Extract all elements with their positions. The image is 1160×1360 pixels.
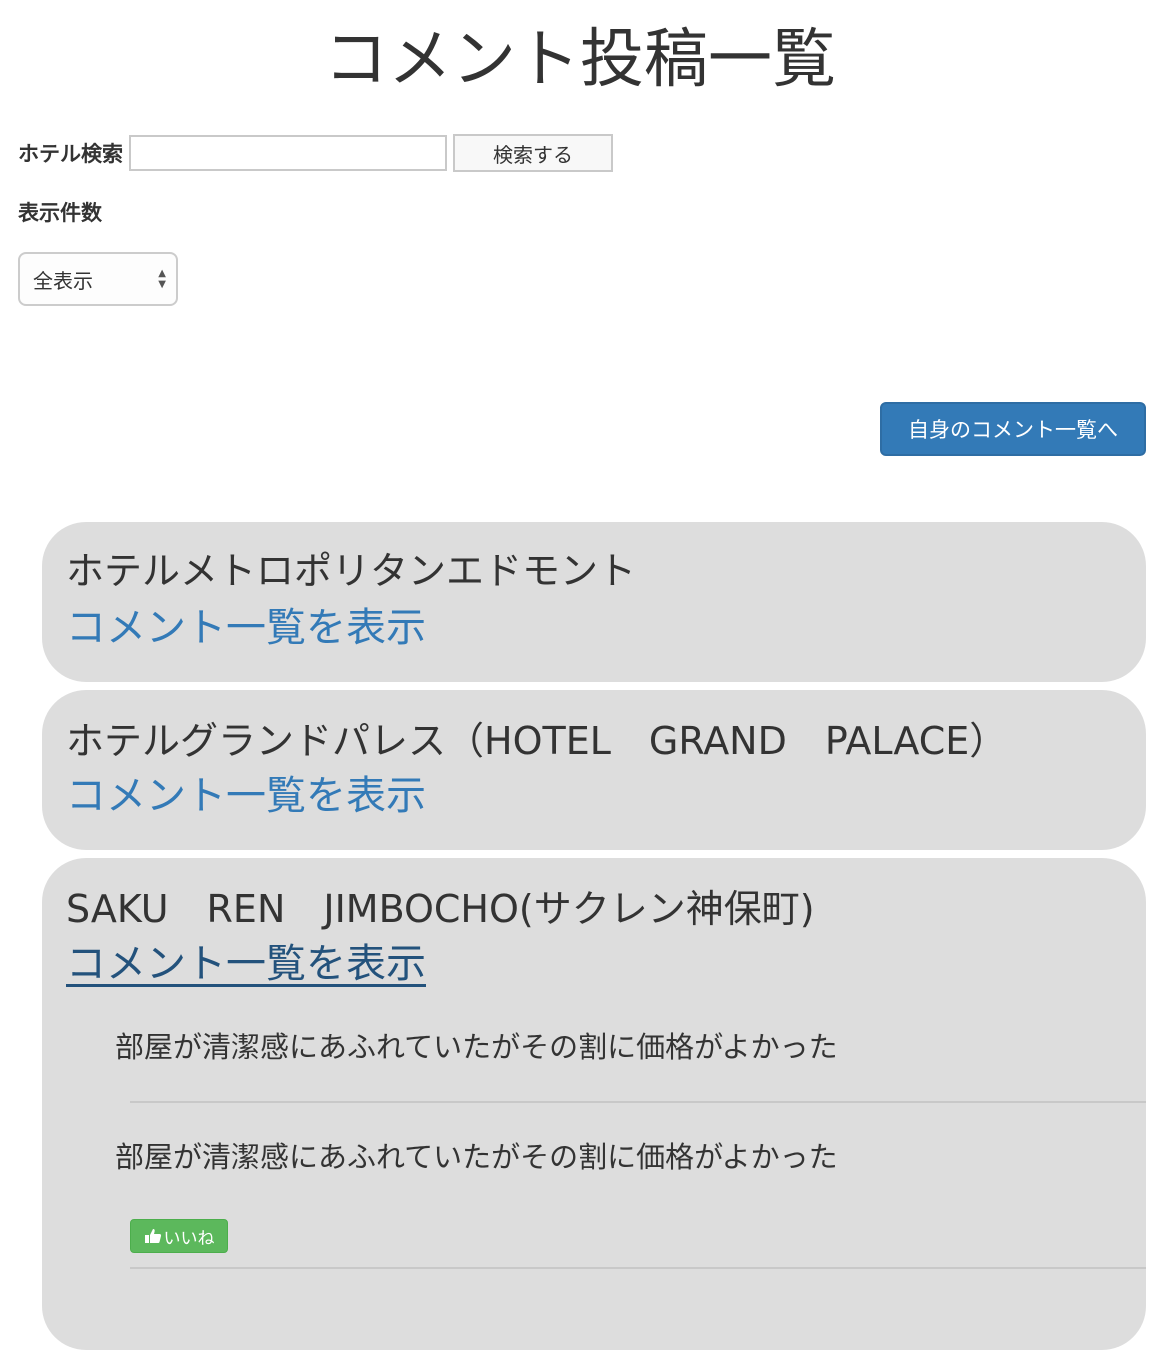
thumbs-up-icon	[144, 1229, 161, 1243]
display-count-select[interactable]: 全表示 ▲ ▼	[18, 252, 178, 306]
hotel-search-input[interactable]	[129, 135, 447, 171]
show-comments-link[interactable]: コメント一覧を表示	[66, 940, 426, 988]
page-title: コメント投稿一覧	[324, 23, 836, 97]
hotel-name: ホテルメトロポリタンエドモント	[66, 549, 637, 593]
hotel-search-label: ホテル検索	[18, 142, 123, 166]
hotel-card: ホテルグランドパレス（HOTEL GRAND PALACE） コメント一覧を表示	[42, 690, 1146, 850]
like-label: いいね	[163, 1228, 215, 1249]
hotel-card: SAKU REN JIMBOCHO(サクレン神保町) コメント一覧を表示 部屋が…	[42, 858, 1146, 1350]
page: コメント投稿一覧 ホテル検索 検索する 表示件数 全表示 ▲ ▼ 自身のコメント一…	[0, 0, 1160, 1360]
search-button[interactable]: 検索する	[453, 134, 613, 172]
select-arrows-icon: ▲ ▼	[158, 268, 166, 290]
my-comments-button[interactable]: 自身のコメント一覧へ	[880, 402, 1146, 456]
hotel-name: ホテルグランドパレス（HOTEL GRAND PALACE）	[66, 719, 1008, 763]
hotel-search-form: ホテル検索 検索する	[18, 133, 613, 173]
comment-divider	[130, 1267, 1146, 1269]
show-comments-link[interactable]: コメント一覧を表示	[66, 772, 426, 820]
show-comments-link[interactable]: コメント一覧を表示	[66, 604, 426, 652]
hotel-name: SAKU REN JIMBOCHO(サクレン神保町)	[66, 887, 815, 931]
comment-text: 部屋が清潔感にあふれていたがその割に価格がよかった	[115, 1140, 838, 1174]
comment-divider	[130, 1101, 1146, 1103]
display-count-selected-value: 全表示	[33, 268, 93, 293]
comment-text: 部屋が清潔感にあふれていたがその割に価格がよかった	[115, 1030, 838, 1064]
hotel-card: ホテルメトロポリタンエドモント コメント一覧を表示	[42, 522, 1146, 682]
like-button[interactable]: いいね	[130, 1219, 228, 1253]
display-count-label: 表示件数	[18, 201, 102, 225]
